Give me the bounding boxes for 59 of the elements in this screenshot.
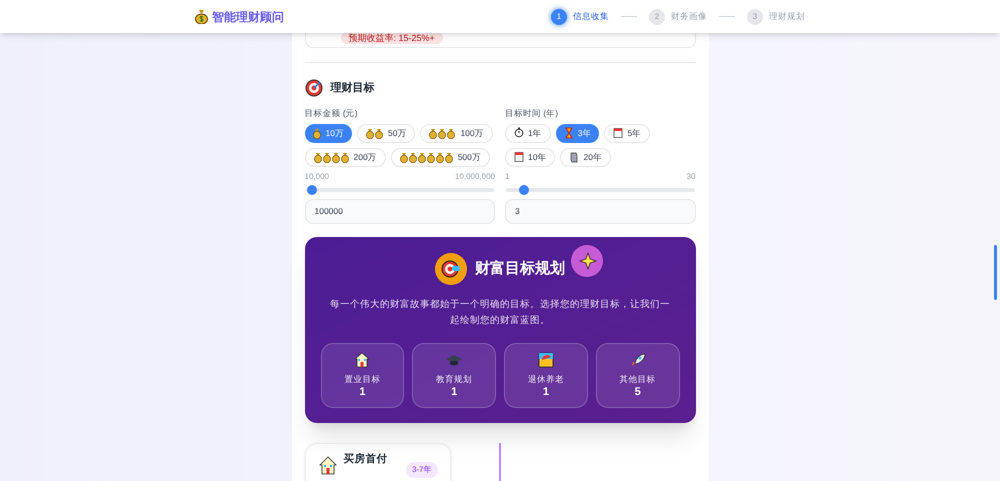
sparkle-icon xyxy=(570,244,602,277)
option-chip[interactable]: 10年 xyxy=(505,148,556,167)
money-bag-icon xyxy=(195,9,208,24)
range-max: 10,000,000 xyxy=(454,170,495,183)
target-icon xyxy=(435,252,467,285)
stopwatch-icon xyxy=(514,127,524,140)
goal-title: 买房首付 xyxy=(344,452,388,467)
step-label[interactable]: 信息收集 xyxy=(573,10,609,23)
field-label: 目标时间 (年) xyxy=(505,107,560,120)
house-icon xyxy=(354,352,370,368)
scrollbar-thumb[interactable] xyxy=(994,245,997,300)
step-number[interactable]: 1 xyxy=(551,8,567,24)
return-tag: 预期收益率: 15-25%+ xyxy=(340,32,443,44)
beach-icon xyxy=(538,352,554,368)
money-bag-icon xyxy=(366,128,384,139)
money-bag-icon xyxy=(314,152,350,163)
money-bag-icon xyxy=(429,128,456,139)
stat-count: 1 xyxy=(359,386,366,399)
option-chip[interactable]: 10万 xyxy=(304,124,352,143)
option-chip[interactable]: 200万 xyxy=(304,148,386,167)
input-field[interactable]: 100000 xyxy=(304,198,495,224)
money-bag-icon xyxy=(312,128,322,139)
stat-count: 1 xyxy=(542,386,549,399)
option-chip[interactable]: 1年 xyxy=(505,124,551,143)
slider-thumb[interactable] xyxy=(307,184,318,195)
option-chip[interactable]: 5年 xyxy=(604,124,650,143)
calendar-icon xyxy=(514,151,524,164)
goal-card[interactable]: 买房首付 3-7年 xyxy=(304,442,450,481)
calendar-icon xyxy=(613,127,624,140)
option-chip[interactable]: 3年 xyxy=(556,124,600,143)
field-label: 目标金额 (元) xyxy=(304,107,359,120)
slider-thumb[interactable] xyxy=(519,184,530,195)
banner-title: 财富目标规划 xyxy=(475,258,565,278)
range-min: 1 xyxy=(505,170,510,183)
stat-label: 退休养老 xyxy=(528,372,564,386)
input-field[interactable]: 3 xyxy=(505,198,696,224)
stat-label: 其他目标 xyxy=(620,372,656,386)
section-title: 理财目标 xyxy=(330,80,374,96)
rocket-icon xyxy=(630,352,646,368)
stat-label: 置业目标 xyxy=(344,372,380,386)
app-title: 智能理财顾问 xyxy=(212,8,284,26)
range-min: 10,000 xyxy=(304,170,329,183)
slider-track[interactable] xyxy=(506,188,694,192)
range-max: 30 xyxy=(686,170,696,183)
option-chip[interactable]: 100万 xyxy=(420,124,493,143)
duration-badge: 3-7年 xyxy=(406,462,438,478)
hourglass-icon xyxy=(564,127,574,140)
stat-label: 教育规划 xyxy=(436,372,472,386)
banner-description: 每一个伟大的财富故事都始于一个明确的目标。选择您的理财目标，让我们一起绘制您的财富蓝图。 xyxy=(330,298,670,328)
option-chip[interactable]: 500万 xyxy=(390,148,490,167)
scroll-icon xyxy=(569,151,580,164)
stat-count: 1 xyxy=(451,386,458,399)
stat-count: 5 xyxy=(634,386,641,399)
money-bag-icon xyxy=(400,152,454,163)
house-icon xyxy=(318,454,338,475)
slider-track[interactable] xyxy=(306,188,494,192)
option-chip[interactable]: 50万 xyxy=(356,124,416,143)
target-icon xyxy=(304,79,322,97)
option-chip[interactable]: 20年 xyxy=(560,148,611,167)
